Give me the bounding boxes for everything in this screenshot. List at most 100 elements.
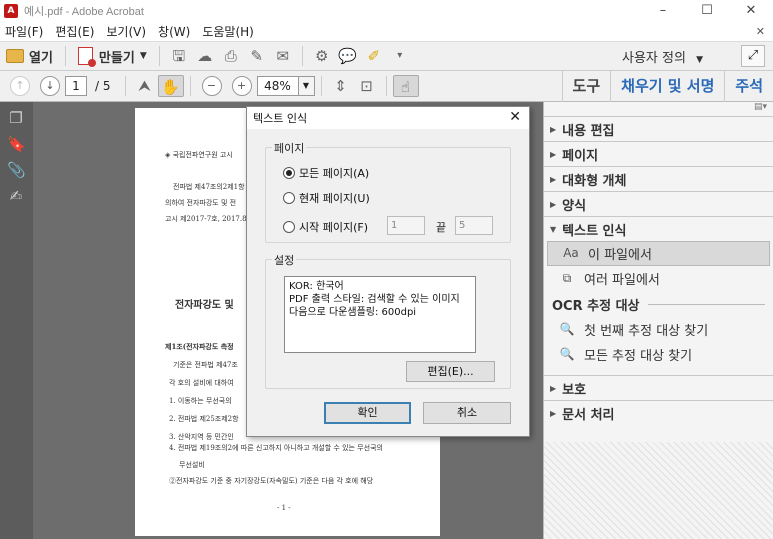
save-icon[interactable]: 🖫 bbox=[166, 45, 192, 67]
menu-help[interactable]: 도움말(H) bbox=[197, 23, 261, 40]
menu-view[interactable]: 보기(V) bbox=[101, 23, 153, 40]
doc-line: 무선설비 bbox=[179, 461, 205, 469]
next-page-icon[interactable]: ↓ bbox=[40, 76, 60, 96]
navigation-toolbar: ↑ ↓ 1 / 5 ⮝ ✋ − + 48% ▼ ⇕ ⊡ ☝ 도구 채우기 및 서… bbox=[0, 70, 773, 102]
find-first-suspect-item[interactable]: 🔍 첫 번째 추정 대상 찾기 bbox=[544, 317, 773, 342]
attachment-icon[interactable]: 📎 bbox=[7, 160, 26, 180]
section-label: 양식 bbox=[562, 198, 587, 214]
fit-width-icon[interactable]: ⇕ bbox=[328, 75, 354, 97]
comment-icon[interactable]: 💬 bbox=[335, 45, 361, 67]
from-page-input[interactable]: 1 bbox=[387, 216, 425, 235]
minimize-icon[interactable]: – bbox=[641, 0, 685, 22]
maximize-icon[interactable]: ☐ bbox=[685, 0, 729, 22]
page-thumbnails-icon[interactable]: ❐ bbox=[7, 108, 25, 128]
radio-all-pages[interactable]: 모든 페이지(A) bbox=[283, 165, 369, 181]
select-cursor-icon[interactable]: ⮝ bbox=[132, 75, 158, 97]
settings-gear-icon[interactable]: ⚙ bbox=[309, 45, 335, 67]
create-button[interactable]: 만들기 ▼ bbox=[72, 44, 153, 68]
highlight-icon[interactable]: ✐ bbox=[361, 45, 387, 67]
main-toolbar: 열기 만들기 ▼ 🖫 ☁ ⎙ ✎ ✉ ⚙ 💬 ✐ ▾ 사용자 정의 ▼ ⤢ bbox=[0, 41, 773, 71]
cloud-upload-icon[interactable]: ☁ bbox=[192, 45, 218, 67]
doc-line: 4. 전파법 제19조의2에 따른 신고하지 아니하고 개설할 수 있는 무선국… bbox=[169, 444, 383, 452]
menu-edit[interactable]: 편집(E) bbox=[50, 23, 101, 40]
radio-current-page[interactable]: 현재 페이지(U) bbox=[283, 190, 370, 206]
email-icon[interactable]: ✉ bbox=[270, 45, 296, 67]
doc-line: 각 호의 설비에 대하여 bbox=[169, 379, 234, 387]
separator bbox=[64, 46, 66, 66]
separator bbox=[124, 76, 126, 96]
zoom-input[interactable]: 48% bbox=[256, 76, 299, 96]
multiple-files-item[interactable]: ⧉ 여러 파일에서 bbox=[544, 266, 773, 291]
tab-fill-sign[interactable]: 채우기 및 서명 bbox=[610, 70, 724, 102]
create-label: 만들기 bbox=[98, 50, 135, 66]
close-window-icon[interactable]: ✕ bbox=[729, 0, 773, 22]
hand-tool-icon[interactable]: ✋ bbox=[157, 75, 184, 97]
menu-window[interactable]: 창(W) bbox=[153, 23, 197, 40]
fit-page-icon[interactable]: ⊡ bbox=[354, 75, 380, 97]
doc-line: 3. 산악지역 등 민간인 bbox=[169, 433, 234, 441]
edit-button[interactable]: 편집(E)... bbox=[406, 361, 495, 382]
pane-options-icon[interactable]: ▤▾ bbox=[544, 102, 773, 116]
expanded-arrow-icon: ▼ bbox=[550, 224, 557, 234]
doc-line: 기준은 전파법 제47조 bbox=[173, 361, 238, 369]
to-page-input[interactable]: 5 bbox=[455, 216, 493, 235]
menu-file[interactable]: 파일(F) bbox=[0, 23, 50, 40]
item-label: 첫 번째 추정 대상 찾기 bbox=[584, 324, 709, 339]
files-icon: ⧉ bbox=[562, 270, 572, 285]
zoom-out-icon[interactable]: − bbox=[201, 76, 222, 96]
close-document-icon[interactable]: ✕ bbox=[756, 25, 765, 38]
chevron-down-icon: ▼ bbox=[696, 54, 703, 65]
bookmark-icon[interactable]: 🔖 bbox=[7, 134, 26, 154]
section-interactive-objects[interactable]: ▶ 대화형 개체 bbox=[544, 166, 773, 191]
in-this-file-item[interactable]: Aa 이 파일에서 bbox=[547, 241, 770, 266]
separator bbox=[189, 76, 191, 96]
settings-line: PDF 출력 스타일: 검색할 수 있는 이미지 bbox=[289, 294, 460, 305]
tab-tools[interactable]: 도구 bbox=[561, 70, 611, 102]
separator bbox=[301, 46, 303, 66]
pane-empty-area bbox=[544, 442, 773, 539]
read-mode-icon[interactable]: ☝ bbox=[392, 75, 419, 97]
cancel-button[interactable]: 취소 bbox=[423, 402, 511, 424]
customize-dropdown[interactable]: 사용자 정의 ▼ bbox=[622, 47, 703, 66]
page-number-input[interactable]: 1 bbox=[65, 76, 87, 96]
section-text-recognition[interactable]: ▼ 텍스트 인식 bbox=[544, 216, 773, 241]
edit-document-icon[interactable]: ✎ bbox=[244, 45, 270, 67]
more-tools-icon[interactable]: ▾ bbox=[387, 45, 413, 67]
section-label: 텍스트 인식 bbox=[562, 223, 627, 239]
zoom-in-icon[interactable]: + bbox=[231, 76, 252, 96]
item-label: 여러 파일에서 bbox=[584, 273, 660, 288]
open-button[interactable]: 열기 bbox=[0, 44, 59, 68]
page-total: / 5 bbox=[95, 79, 111, 93]
section-content-edit[interactable]: ▶ 내용 편집 bbox=[544, 116, 773, 141]
previous-page-icon[interactable]: ↑ bbox=[10, 76, 30, 96]
ok-button[interactable]: 확인 bbox=[324, 402, 411, 424]
signature-icon[interactable]: ✍ bbox=[7, 186, 25, 206]
to-label: 끝 bbox=[436, 221, 447, 234]
doc-line: ②전자파강도 기준 중 자기장강도(자속밀도) 기준은 다음 각 호에 해당 bbox=[169, 477, 374, 485]
find-all-suspects-item[interactable]: 🔍 모든 추정 대상 찾기 bbox=[544, 342, 773, 367]
radio-from-page[interactable]: 시작 페이지(F) bbox=[283, 219, 368, 235]
section-label: 대화형 개체 bbox=[562, 173, 627, 189]
section-pages[interactable]: ▶ 페이지 bbox=[544, 141, 773, 166]
tab-comment[interactable]: 주석 bbox=[724, 70, 773, 102]
section-protect[interactable]: ▶ 보호 bbox=[544, 375, 773, 400]
acrobat-icon: A bbox=[4, 4, 18, 18]
close-icon[interactable]: ✕ bbox=[509, 109, 521, 125]
zoom-dropdown-icon[interactable]: ▼ bbox=[298, 76, 315, 96]
customize-label: 사용자 정의 bbox=[622, 50, 686, 66]
title-bar: A 예시.pdf - Adobe Acrobat – ☐ ✕ bbox=[0, 0, 773, 22]
section-document-processing[interactable]: ▶ 문서 처리 bbox=[544, 400, 773, 425]
expand-icon[interactable]: ⤢ bbox=[741, 45, 765, 67]
item-label: 이 파일에서 bbox=[588, 248, 652, 263]
print-icon[interactable]: ⎙ bbox=[218, 45, 244, 67]
doc-line: 의하여 전자파강도 및 전 bbox=[165, 199, 237, 207]
settings-group-label: 설정 bbox=[272, 252, 297, 268]
create-pdf-icon bbox=[77, 47, 96, 67]
doc-line: 고시 제2017-7호, 2017.8. bbox=[165, 215, 249, 223]
section-forms[interactable]: ▶ 양식 bbox=[544, 191, 773, 216]
section-label: 페이지 bbox=[562, 148, 599, 164]
radio-label: 모든 페이지(A) bbox=[299, 167, 370, 180]
find-suspect-icon: 🔍 bbox=[559, 321, 575, 336]
page-footer: - 1 - bbox=[277, 504, 291, 512]
